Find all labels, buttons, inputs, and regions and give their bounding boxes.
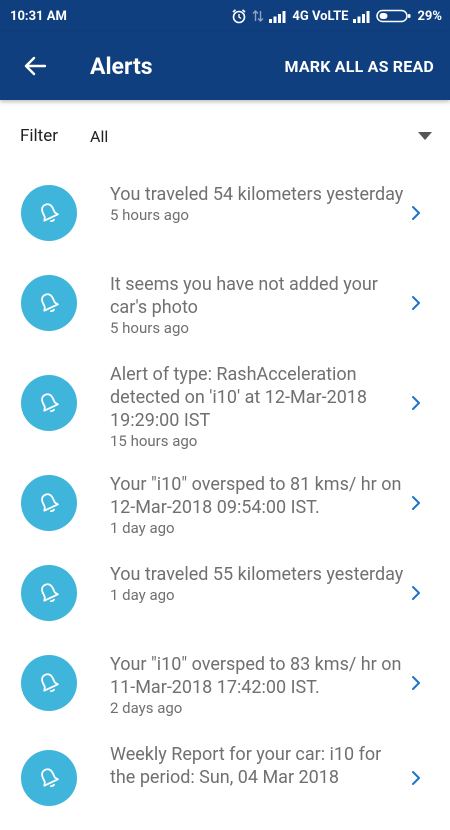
bell-icon [21, 565, 77, 621]
bell-icon [21, 750, 77, 806]
bell-icon [21, 655, 77, 711]
status-time: 10:31 AM [10, 8, 67, 24]
alert-item[interactable]: Weekly Report for your car: i10 for the … [0, 730, 450, 830]
filter-dropdown[interactable]: All [90, 112, 432, 160]
alert-item[interactable]: It seems you have not added your car's p… [0, 260, 450, 350]
alert-item[interactable]: Alert of type: RashAcceleration detected… [0, 350, 450, 460]
alert-message: Your "i10" oversped to 83 kms/ hr on 11-… [110, 654, 402, 698]
chevron-right-icon [410, 395, 422, 411]
alert-text: Alert of type: RashAcceleration detected… [110, 363, 405, 450]
filter-row: Filter All [0, 112, 450, 160]
chevron-right-icon [410, 205, 422, 221]
page-title: Alerts [90, 52, 153, 80]
alert-message: You traveled 54 kilometers yesterday [110, 184, 404, 205]
data-arrows-icon [252, 10, 264, 22]
dropdown-arrow-icon [418, 132, 432, 140]
bell-icon [21, 185, 77, 241]
network-type: 4G VoLTE [292, 8, 349, 24]
status-icons: 4G VoLTE 29% [231, 8, 442, 24]
chevron-right-icon [410, 675, 422, 691]
alert-text: It seems you have not added your car's p… [110, 273, 405, 337]
alert-message: Alert of type: RashAcceleration detected… [110, 364, 368, 431]
alert-text: Your "i10" oversped to 83 kms/ hr on 11-… [110, 653, 405, 717]
alert-timestamp: 5 hours ago [110, 206, 189, 224]
alarm-icon [232, 9, 246, 24]
filter-label: Filter [20, 126, 59, 146]
alert-message: It seems you have not added your car's p… [110, 274, 378, 318]
alert-timestamp: 1 day ago [110, 519, 175, 537]
bell-icon [21, 275, 77, 331]
alert-message: Weekly Report for your car: i10 for the … [110, 744, 382, 788]
back-button[interactable] [0, 32, 70, 100]
alert-text: You traveled 54 kilometers yesterday 5 ho… [110, 183, 405, 224]
arrow-back-icon [24, 56, 46, 76]
chevron-right-icon [410, 585, 422, 601]
battery-icon [376, 9, 412, 23]
alert-text: You traveled 55 kilometers yesterday 1 da… [110, 563, 405, 604]
chevron-right-icon [410, 770, 422, 786]
signal-icon-2 [353, 10, 370, 23]
signal-icon [269, 10, 286, 23]
alert-timestamp: 1 day ago [110, 586, 175, 604]
alert-timestamp: 2 days ago [110, 699, 183, 717]
status-bar: 10:31 AM 4G VoLTE 29% [0, 0, 450, 32]
app-bar: Alerts MARK ALL AS READ [0, 32, 450, 100]
alert-text: Weekly Report for your car: i10 for the … [110, 743, 405, 789]
alert-item[interactable]: Your "i10" oversped to 81 kms/ hr on 12-… [0, 460, 450, 550]
battery-percent: 29% [417, 8, 442, 24]
alert-message: You traveled 55 kilometers yesterday [110, 564, 404, 585]
alert-item[interactable]: Your "i10" oversped to 83 kms/ hr on 11-… [0, 640, 450, 730]
chevron-right-icon [410, 495, 422, 511]
bell-icon [21, 375, 77, 431]
alert-timestamp: 5 hours ago [110, 319, 189, 337]
alert-item[interactable]: You traveled 55 kilometers yesterday 1 da… [0, 550, 450, 640]
bell-icon [21, 475, 77, 531]
alert-text: Your "i10" oversped to 81 kms/ hr on 12-… [110, 473, 405, 537]
filter-selected-value: All [90, 126, 109, 146]
chevron-right-icon [410, 295, 422, 311]
alert-timestamp: 15 hours ago [110, 432, 198, 450]
alert-message: Your "i10" oversped to 81 kms/ hr on 12-… [110, 474, 402, 518]
mark-all-read-button[interactable]: MARK ALL AS READ [284, 57, 434, 76]
alert-item[interactable]: You traveled 54 kilometers yesterday 5 ho… [0, 170, 450, 260]
